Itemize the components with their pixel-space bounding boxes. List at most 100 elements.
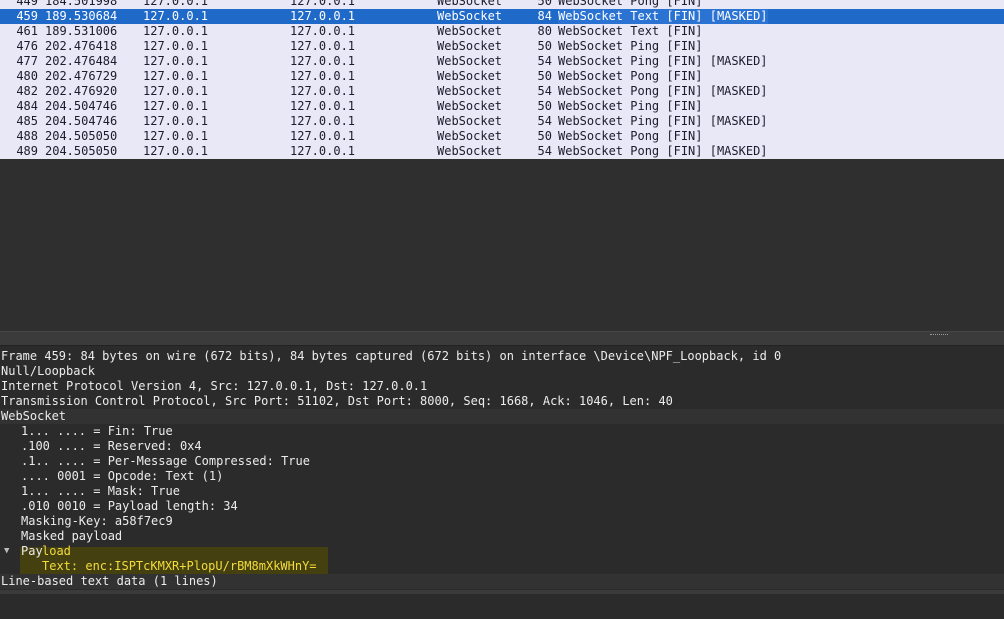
detail-reserved-text: .100 .... = Reserved: 0x4 xyxy=(21,439,202,453)
detail-line-based[interactable]: Line-based text data (1 lines) xyxy=(0,574,1004,589)
packet-cell-proto: WebSocket xyxy=(437,84,503,98)
packet-cell-dst: 127.0.0.1 xyxy=(290,39,356,53)
detail-mask[interactable]: 1... .... = Mask: True xyxy=(0,484,1004,499)
detail-reserved[interactable]: .100 .... = Reserved: 0x4 xyxy=(0,439,1004,454)
detail-masking-key-text: Masking-Key: a58f7ec9 xyxy=(21,514,173,528)
packet-cell-proto: WebSocket xyxy=(437,39,503,53)
packet-cell-no: 449 xyxy=(16,0,38,8)
packet-cell-proto: WebSocket xyxy=(437,99,503,113)
packet-cell-proto: WebSocket xyxy=(437,54,503,68)
detail-websocket[interactable]: WebSocket xyxy=(0,409,1004,424)
packet-cell-proto: WebSocket xyxy=(437,0,503,8)
packet-cell-len: 54 xyxy=(537,54,552,68)
packet-row[interactable]: 477 202.476484 127.0.0.1 127.0.0.1 WebSocket… xyxy=(0,54,1004,69)
packet-row[interactable]: 449 184.501998 127.0.0.1 127.0.0.1 WebSocket… xyxy=(0,0,1004,9)
bottom-strip xyxy=(0,590,1004,594)
packet-list[interactable]: 449 184.501998 127.0.0.1 127.0.0.1 WebSocket… xyxy=(0,0,1004,159)
detail-payload-length-text: .010 0010 = Payload length: 34 xyxy=(21,499,238,513)
packet-cell-dst: 127.0.0.1 xyxy=(290,99,356,113)
packet-cell-src: 127.0.0.1 xyxy=(143,0,209,8)
packet-cell-info: WebSocket Text [FIN] [MASKED] xyxy=(558,9,768,24)
detail-payload-label-end: load xyxy=(42,544,71,558)
packet-row[interactable]: 459 189.530684 127.0.0.1 127.0.0.1 WebSocket… xyxy=(0,9,1004,24)
packet-cell-time: 204.505050 xyxy=(45,144,118,158)
packet-cell-no: 459 xyxy=(16,9,38,23)
packet-cell-time: 202.476920 xyxy=(45,84,118,98)
packet-cell-no: 485 xyxy=(16,114,38,128)
packet-cell-dst: 127.0.0.1 xyxy=(290,54,356,68)
packet-cell-dst: 127.0.0.1 xyxy=(290,129,356,143)
packet-row[interactable]: 488 204.505050 127.0.0.1 127.0.0.1 WebSocket… xyxy=(0,129,1004,144)
packet-cell-proto: WebSocket xyxy=(437,129,503,143)
detail-mask-text: 1... .... = Mask: True xyxy=(21,484,180,498)
detail-fin[interactable]: 1... .... = Fin: True xyxy=(0,424,1004,439)
packet-cell-info: WebSocket Ping [FIN] xyxy=(558,39,703,53)
packet-cell-len: 54 xyxy=(537,84,552,98)
detail-frame[interactable]: Frame 459: 84 bytes on wire (672 bits), … xyxy=(0,349,1004,364)
detail-ip[interactable]: Internet Protocol Version 4, Src: 127.0.… xyxy=(0,379,1004,394)
packet-cell-time: 202.476484 xyxy=(45,54,118,68)
packet-row[interactable]: 482 202.476920 127.0.0.1 127.0.0.1 WebSocket… xyxy=(0,84,1004,99)
packet-cell-len: 80 xyxy=(537,24,552,38)
packet-cell-time: 204.505050 xyxy=(45,129,118,143)
packet-cell-no: 480 xyxy=(16,69,38,83)
packet-cell-src: 127.0.0.1 xyxy=(143,24,209,38)
packet-row[interactable]: 489 204.505050 127.0.0.1 127.0.0.1 WebSocket… xyxy=(0,144,1004,159)
packet-row[interactable]: 461 189.531006 127.0.0.1 127.0.0.1 WebSocket… xyxy=(0,24,1004,39)
packet-cell-src: 127.0.0.1 xyxy=(143,69,209,83)
detail-tcp-text: Transmission Control Protocol, Src Port:… xyxy=(1,394,673,408)
packet-cell-dst: 127.0.0.1 xyxy=(290,144,356,158)
detail-masked-payload[interactable]: Masked payload xyxy=(0,529,1004,544)
detail-tcp[interactable]: Transmission Control Protocol, Src Port:… xyxy=(0,394,1004,409)
packet-cell-info: WebSocket Pong [FIN] xyxy=(558,69,703,83)
packet-cell-src: 127.0.0.1 xyxy=(143,9,209,23)
packet-row[interactable]: 476 202.476418 127.0.0.1 127.0.0.1 WebSocket… xyxy=(0,39,1004,54)
packet-cell-len: 50 xyxy=(537,69,552,83)
packet-cell-no: 461 xyxy=(16,24,38,38)
packet-cell-src: 127.0.0.1 xyxy=(143,39,209,53)
packet-row[interactable]: 484 204.504746 127.0.0.1 127.0.0.1 WebSocket… xyxy=(0,99,1004,114)
detail-opcode-text: .... 0001 = Opcode: Text (1) xyxy=(21,469,224,483)
detail-null-loopback[interactable]: Null/Loopback xyxy=(0,364,1004,379)
packet-cell-time: 202.476729 xyxy=(45,69,118,83)
packet-row[interactable]: 480 202.476729 127.0.0.1 127.0.0.1 WebSocket… xyxy=(0,69,1004,84)
detail-payload-text[interactable]: Text: enc:ISPTcKMXR+PlopU/rBM8mXkWHnY= xyxy=(0,559,1004,574)
detail-payload-length[interactable]: .010 0010 = Payload length: 34 xyxy=(0,499,1004,514)
packet-cell-len: 54 xyxy=(537,114,552,128)
packet-cell-info: WebSocket Ping [FIN] xyxy=(558,99,703,113)
detail-masked-payload-text: Masked payload xyxy=(21,529,123,543)
packet-cell-dst: 127.0.0.1 xyxy=(290,114,356,128)
packet-list-empty-area xyxy=(0,159,1004,331)
detail-opcode[interactable]: .... 0001 = Opcode: Text (1) xyxy=(0,469,1004,484)
packet-cell-len: 84 xyxy=(537,9,552,23)
packet-cell-time: 189.531006 xyxy=(45,24,118,38)
packet-row[interactable]: 485 204.504746 127.0.0.1 127.0.0.1 WebSocket… xyxy=(0,114,1004,129)
detail-line-based-text: Line-based text data (1 lines) xyxy=(1,574,218,588)
detail-websocket-text: WebSocket xyxy=(1,409,67,423)
packet-cell-src: 127.0.0.1 xyxy=(143,114,209,128)
detail-compressed-text: .1.. .... = Per-Message Compressed: True xyxy=(21,454,310,468)
packet-cell-no: 488 xyxy=(16,129,38,143)
packet-details-pane[interactable]: Frame 459: 84 bytes on wire (672 bits), … xyxy=(0,346,1004,594)
packet-cell-proto: WebSocket xyxy=(437,144,503,158)
packet-cell-src: 127.0.0.1 xyxy=(143,99,209,113)
packet-cell-time: 202.476418 xyxy=(45,39,118,53)
packet-cell-src: 127.0.0.1 xyxy=(143,144,209,158)
splitter-grip-icon[interactable] xyxy=(930,334,948,337)
detail-compressed[interactable]: .1.. .... = Per-Message Compressed: True xyxy=(0,454,1004,469)
packet-cell-info: WebSocket Ping [FIN] [MASKED] xyxy=(558,54,768,68)
packet-cell-dst: 127.0.0.1 xyxy=(290,69,356,83)
detail-payload-text-value: Text: enc:ISPTcKMXR+PlopU/rBM8mXkWHnY= xyxy=(42,559,317,573)
packet-cell-dst: 127.0.0.1 xyxy=(290,24,356,38)
triangle-down-icon[interactable]: ▼ xyxy=(4,544,14,559)
detail-payload-label-start: Pay xyxy=(21,544,43,558)
detail-masking-key[interactable]: Masking-Key: a58f7ec9 xyxy=(0,514,1004,529)
packet-cell-proto: WebSocket xyxy=(437,24,503,38)
packet-cell-info: WebSocket Text [FIN] xyxy=(558,24,703,38)
packet-cell-no: 482 xyxy=(16,84,38,98)
packet-cell-time: 189.530684 xyxy=(45,9,118,23)
packet-cell-time: 184.501998 xyxy=(45,0,118,8)
pane-splitter[interactable] xyxy=(0,331,1004,346)
packet-cell-len: 54 xyxy=(537,144,552,158)
detail-payload[interactable]: ▼ Pay load xyxy=(0,544,1004,559)
